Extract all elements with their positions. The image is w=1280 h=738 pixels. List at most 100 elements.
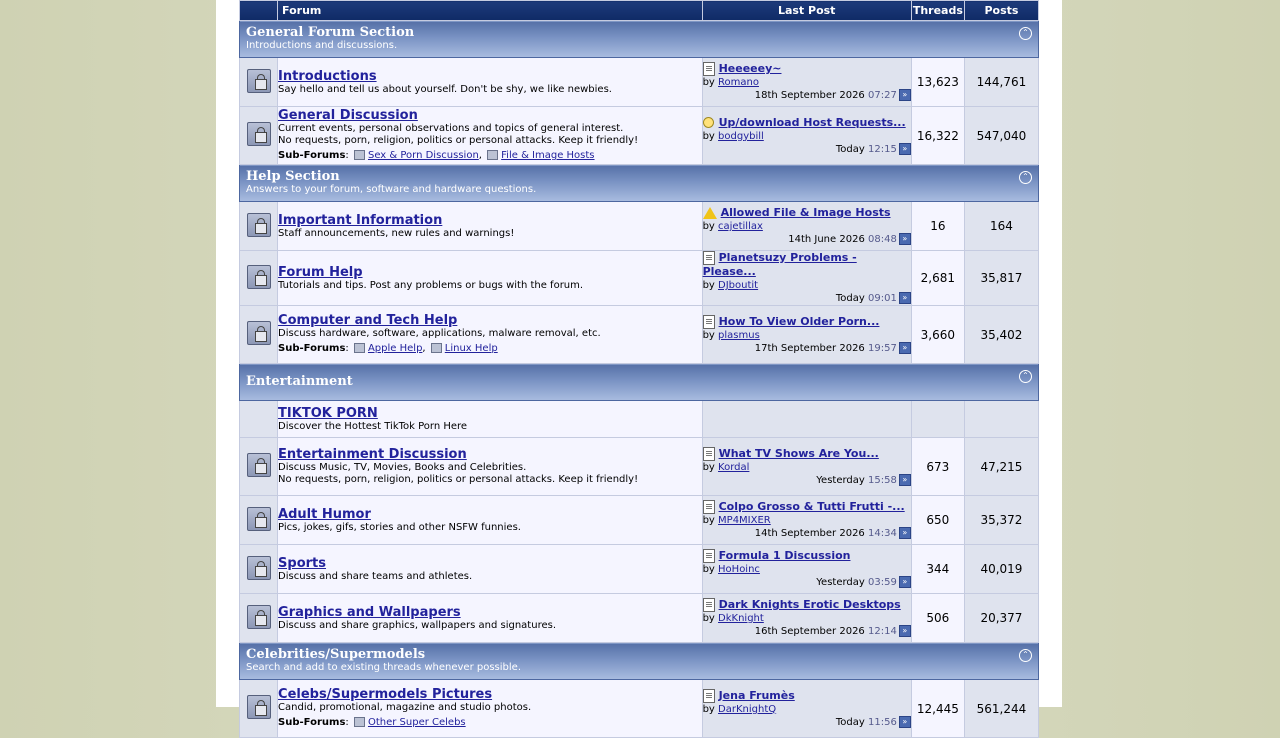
last-post-thread-link[interactable]: Planetsuzy Problems - Please... xyxy=(703,251,857,278)
forum-title-link[interactable]: Computer and Tech Help xyxy=(278,313,702,328)
post-count: 35,817 xyxy=(963,250,1040,306)
last-post-date-line: Yesterday 03:59» xyxy=(703,576,911,589)
subforum-link[interactable]: File & Image Hosts xyxy=(501,150,594,161)
thread-icon xyxy=(702,549,715,563)
last-post-date: Today xyxy=(835,143,865,155)
thread-count: 3,660 xyxy=(910,305,965,364)
goto-last-post-icon[interactable]: » xyxy=(898,89,911,101)
last-post-cell: Formula 1 Discussion by HoHoinc Yesterday … xyxy=(701,544,912,594)
by-label: by xyxy=(702,329,715,341)
subforum-icon xyxy=(353,343,365,353)
last-post-user-link[interactable]: cajetillax xyxy=(718,221,763,232)
forum-title-link[interactable]: Graphics and Wallpapers xyxy=(278,605,702,620)
goto-last-post-icon[interactable]: » xyxy=(898,715,911,728)
thread-icon xyxy=(702,314,715,329)
forum-info: Entertainment Discussion Discuss Music, T… xyxy=(277,437,703,496)
page-content: Forum Last Post Threads Posts General Fo… xyxy=(216,0,1062,738)
collapse-icon[interactable]: ⌃ xyxy=(1019,370,1032,383)
last-post-time: 11:56 xyxy=(868,716,897,728)
forum-title-link[interactable]: Sports xyxy=(278,556,702,571)
last-post-author-line: by HoHoinc xyxy=(703,563,911,576)
forum-title-link[interactable]: Forum Help xyxy=(278,265,702,280)
collapse-icon[interactable]: ⌃ xyxy=(1019,171,1032,184)
goto-last-post-icon[interactable]: » xyxy=(898,233,911,245)
post-count: 35,372 xyxy=(963,495,1040,545)
forum-status-cell xyxy=(238,495,279,545)
last-post-author-line: by DJboutit xyxy=(703,279,911,292)
thread-icon xyxy=(702,598,715,612)
last-post-user-link[interactable]: Romano xyxy=(718,77,759,88)
last-post-cell: Colpo Grosso & Tutti Frutti -... by MP4MI… xyxy=(701,495,912,545)
last-post-user-link[interactable]: DarKnightQ xyxy=(718,704,776,715)
last-post-thread-link[interactable]: Heeeeey~ xyxy=(719,62,782,75)
forum-info: Forum Help Tutorials and tips. Post any p… xyxy=(277,250,703,306)
category-title[interactable]: Celebrities/Supermodels xyxy=(246,648,1032,662)
category-title[interactable]: General Forum Section xyxy=(246,26,1032,40)
last-post-user-link[interactable]: plasmus xyxy=(718,330,760,341)
last-post-user-link[interactable]: DkKnight xyxy=(718,613,764,624)
goto-last-post-icon[interactable]: » xyxy=(898,142,911,155)
forum-title-link[interactable]: Entertainment Discussion xyxy=(278,447,702,462)
last-post-title-line: What TV Shows Are You... xyxy=(702,446,911,461)
last-post-thread-link[interactable]: Dark Knights Erotic Desktops xyxy=(719,598,901,611)
last-post-date-line: 17th September 2026 19:57» xyxy=(703,341,911,355)
last-post-user-link[interactable]: DJboutit xyxy=(718,280,758,291)
goto-last-post-icon[interactable]: » xyxy=(898,473,911,486)
last-post-date: Yesterday xyxy=(816,474,865,486)
forum-title-link[interactable]: Important Information xyxy=(278,213,702,228)
category-header: Celebrities/Supermodels Search and add to… xyxy=(239,642,1039,680)
forum-locked-icon xyxy=(246,122,271,146)
category-title[interactable]: Help Section xyxy=(246,170,1032,184)
subforum-link[interactable]: Other Super Celebs xyxy=(368,717,466,728)
forum-locked-icon xyxy=(246,264,271,289)
last-post-time: 15:58 xyxy=(868,474,897,486)
last-post-thread-link[interactable]: Formula 1 Discussion xyxy=(719,549,851,562)
goto-last-post-icon[interactable]: » xyxy=(898,576,911,588)
last-post-date-line: 18th September 2026 07:27» xyxy=(703,89,911,102)
header-threads: Threads xyxy=(910,0,965,21)
forum-locked-icon xyxy=(246,321,271,345)
goto-last-post-icon[interactable]: » xyxy=(898,527,911,539)
forum-title-link[interactable]: Celebs/Supermodels Pictures xyxy=(278,687,702,702)
forum-info: Adult Humor Pics, jokes, gifs, stories an… xyxy=(277,495,703,545)
category-title[interactable]: Entertainment xyxy=(246,375,1032,389)
by-label: by xyxy=(702,130,715,142)
last-post-author-line: by DkKnight xyxy=(703,612,911,625)
goto-last-post-icon[interactable]: » xyxy=(898,625,911,637)
last-post-thread-link[interactable]: Jena Frumès xyxy=(719,689,795,702)
last-post-user-link[interactable]: MP4MIXER xyxy=(718,515,771,526)
category-description: Introductions and discussions. xyxy=(246,40,398,51)
last-post-cell: Allowed File & Image Hosts by cajetillax 1… xyxy=(701,201,912,251)
last-post-date-line: Today 11:56» xyxy=(703,715,911,729)
forum-info: General Discussion Current events, person… xyxy=(277,106,703,165)
post-count: 144,761 xyxy=(963,57,1040,107)
by-label: by xyxy=(702,564,715,575)
last-post-user-link[interactable]: Kordal xyxy=(718,462,749,473)
last-post-user-link[interactable]: HoHoinc xyxy=(718,564,760,575)
subforum-link[interactable]: Apple Help xyxy=(368,343,422,354)
header-forum: Forum xyxy=(277,0,703,21)
last-post-thread-link[interactable]: Allowed File & Image Hosts xyxy=(721,206,891,219)
thread-icon xyxy=(702,500,715,514)
subforum-link[interactable]: Sex & Porn Discussion xyxy=(368,150,479,161)
forum-title-link[interactable]: General Discussion xyxy=(278,108,702,123)
forum-title-link[interactable]: TIKTOK PORN xyxy=(278,406,702,421)
category-header: Entertainment ⌃ xyxy=(239,363,1039,401)
goto-last-post-icon[interactable]: » xyxy=(898,341,911,354)
last-post-title-line: Up/download Host Requests... xyxy=(702,116,911,130)
forum-description: Current events, personal observations an… xyxy=(278,123,624,134)
forum-description: Discuss Music, TV, Movies, Books and Cel… xyxy=(278,462,527,473)
last-post-thread-link[interactable]: How To View Older Porn... xyxy=(719,315,880,328)
last-post-date-line: 14th June 2026 08:48» xyxy=(703,233,911,246)
forum-title-link[interactable]: Adult Humor xyxy=(278,507,702,522)
collapse-icon[interactable]: ⌃ xyxy=(1019,649,1032,662)
last-post-thread-link[interactable]: Colpo Grosso & Tutti Frutti -... xyxy=(719,500,905,513)
forum-title-link[interactable]: Introductions xyxy=(278,69,702,84)
subforum-link[interactable]: Linux Help xyxy=(445,343,498,354)
collapse-icon[interactable]: ⌃ xyxy=(1019,27,1032,40)
last-post-thread-link[interactable]: What TV Shows Are You... xyxy=(719,447,879,460)
goto-last-post-icon[interactable]: » xyxy=(898,292,911,304)
last-post-thread-link[interactable]: Up/download Host Requests... xyxy=(719,116,906,129)
last-post-user-link[interactable]: bodgybill xyxy=(718,131,764,142)
thread-icon xyxy=(702,62,715,76)
